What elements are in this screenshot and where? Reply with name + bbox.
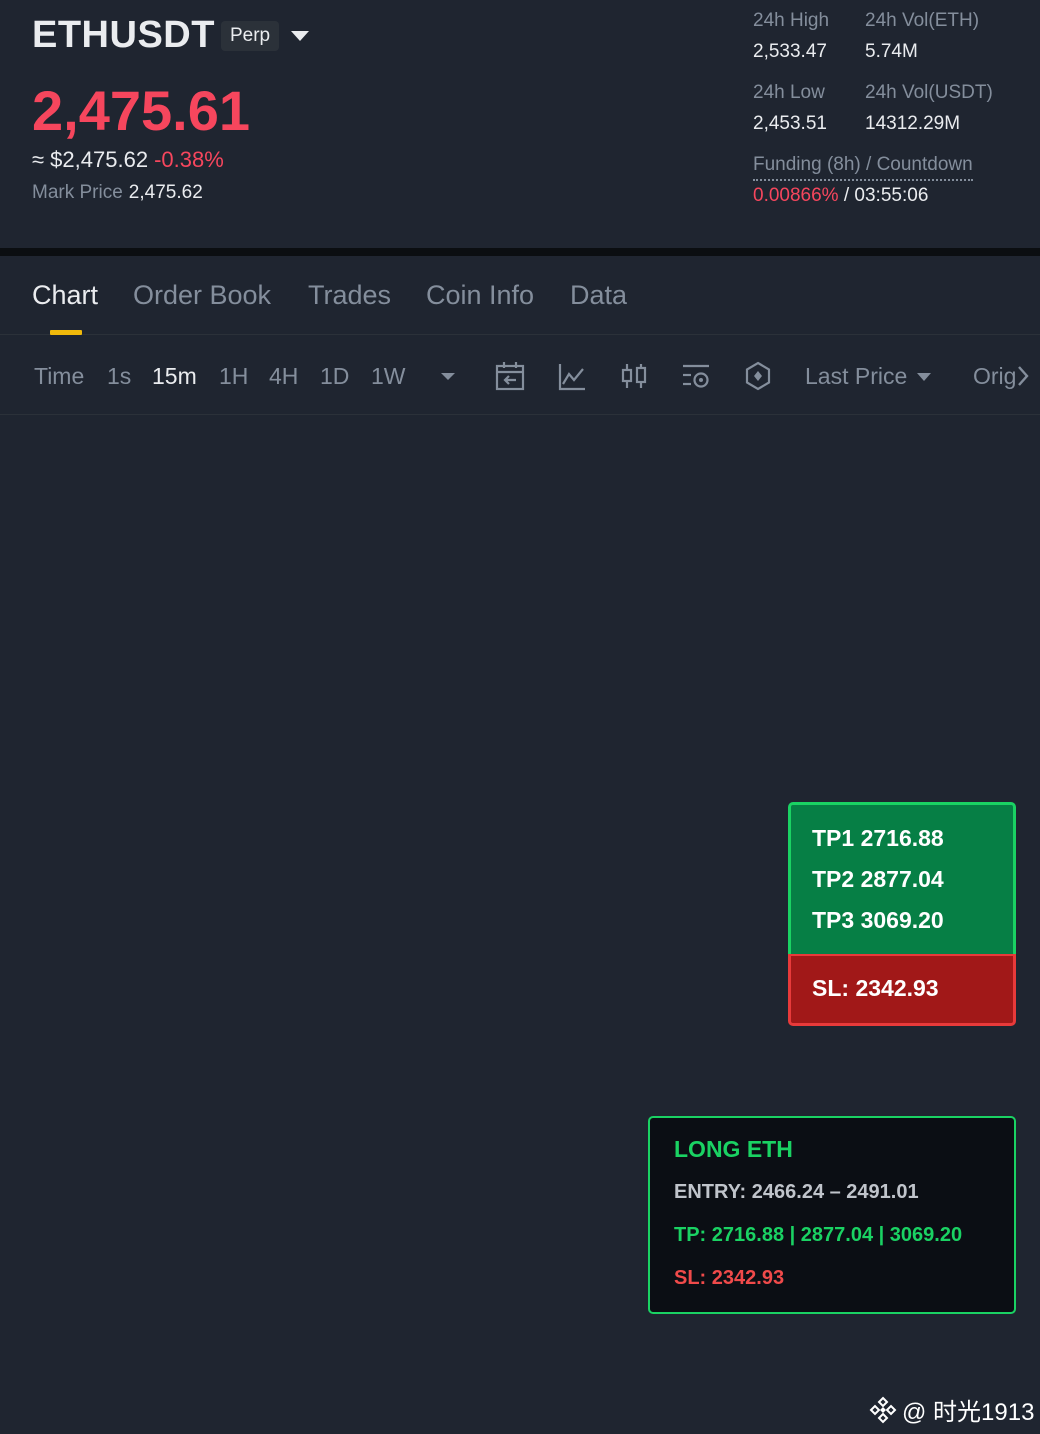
- mark-price-value: 2,475.62: [128, 182, 203, 203]
- mark-price-row: Mark Price 2,475.62: [32, 182, 203, 204]
- watermark-text: @ 时光1913: [902, 1399, 1035, 1426]
- ticker-header: ETHUSDT Perp 2,475.61 ≈ $2,475.62 -0.38% …: [0, 0, 1040, 248]
- stat-24h-high: 24h High 2,533.47: [753, 10, 829, 63]
- tp1-label: TP1 2716.88: [812, 825, 944, 851]
- stat-label: 24h Low: [753, 82, 825, 103]
- approx-price-row: ≈ $2,475.62 -0.38%: [32, 147, 224, 173]
- contract-type-badge: Perp: [220, 20, 280, 51]
- funding-countdown-value: 03:55:06: [854, 185, 929, 206]
- timeframe-4h[interactable]: 4H: [269, 363, 298, 390]
- price-type-label: Last Price: [805, 363, 908, 389]
- candlestick-type-icon[interactable]: [619, 360, 649, 392]
- approx-usd-price: ≈ $2,475.62: [32, 147, 149, 172]
- more-timeframes-icon[interactable]: [436, 366, 460, 386]
- timeframe-1d[interactable]: 1D: [320, 363, 349, 390]
- stat-label: 24h Vol(USDT): [865, 82, 993, 103]
- stat-value: 2,453.51: [753, 113, 827, 134]
- stat-value: 2,533.47: [753, 41, 827, 62]
- funding-countdown[interactable]: Funding (8h) / Countdown 0.00866% / 03:5…: [753, 154, 973, 207]
- stop-loss-box: SL: 2342.93: [788, 954, 1016, 1026]
- tab-chart[interactable]: Chart: [32, 280, 98, 311]
- funding-separator: /: [843, 185, 850, 206]
- price-change-percent: -0.38%: [154, 147, 224, 172]
- caret-down-icon: [917, 372, 932, 381]
- tab-order-book[interactable]: Order Book: [133, 280, 271, 311]
- timeframe-15m[interactable]: 15m: [152, 363, 197, 390]
- tp2-label: TP2 2877.04: [812, 866, 944, 892]
- stat-label: 24h Vol(ETH): [865, 10, 980, 31]
- symbol-selector[interactable]: ETHUSDT Perp: [32, 14, 310, 57]
- price-type-dropdown[interactable]: Last Price: [805, 363, 932, 390]
- timeframe-1h[interactable]: 1H: [219, 363, 248, 390]
- tab-trades[interactable]: Trades: [308, 280, 391, 311]
- tp3-label: TP3 3069.20: [812, 907, 944, 933]
- stat-24h-vol-usdt: 24h Vol(USDT) 14312.29M: [865, 82, 993, 135]
- original-view-toggle[interactable]: Original: [973, 363, 1015, 390]
- trade-signal-card: LONG ETH ENTRY: 2466.24 – 2491.01 TP: 27…: [648, 1116, 1016, 1314]
- timeframe-time[interactable]: Time: [34, 363, 84, 390]
- active-tab-indicator: [50, 330, 82, 335]
- indicator-chart-icon[interactable]: [557, 360, 587, 392]
- tab-data[interactable]: Data: [570, 280, 627, 311]
- stat-24h-vol-eth: 24h Vol(ETH) 5.74M: [865, 10, 979, 63]
- sl-label: SL: 2342.93: [812, 975, 939, 1001]
- binance-logo-icon: [869, 1396, 897, 1423]
- watermark: @ 时光1913: [868, 1392, 1034, 1427]
- main-tabs: Chart Order Book Trades Coin Info Data: [0, 256, 1040, 335]
- hexagon-tool-icon[interactable]: [743, 360, 773, 392]
- chevron-right-icon[interactable]: [1014, 364, 1032, 388]
- caret-down-icon[interactable]: [291, 30, 310, 41]
- last-price: 2,475.61: [32, 79, 250, 142]
- chart-toolbar: Time 1s 15m 1H 4H 1D 1W Last Price Orig: [0, 336, 1040, 415]
- tab-coin-info[interactable]: Coin Info: [426, 280, 534, 311]
- timeframe-1w[interactable]: 1W: [371, 363, 406, 390]
- stat-24h-low: 24h Low 2,453.51: [753, 82, 827, 135]
- chart-settings-icon[interactable]: [681, 360, 711, 392]
- section-divider: [0, 248, 1040, 256]
- signal-stop-loss: SL: 2342.93: [674, 1267, 785, 1289]
- signal-title: LONG ETH: [674, 1136, 793, 1162]
- symbol-name: ETHUSDT: [32, 14, 215, 56]
- timeframe-1s[interactable]: 1s: [107, 363, 131, 390]
- funding-label: Funding (8h) / Countdown: [753, 154, 973, 181]
- stat-label: 24h High: [753, 10, 830, 31]
- signal-entry: ENTRY: 2466.24 – 2491.01: [674, 1181, 919, 1203]
- funding-rate: 0.00866%: [753, 185, 839, 206]
- mark-price-label: Mark Price: [32, 182, 123, 203]
- stat-value: 5.74M: [865, 41, 918, 62]
- take-profit-box: TP1 2716.88 TP2 2877.04 TP3 3069.20: [788, 802, 1016, 954]
- signal-take-profit: TP: 2716.88 | 2877.04 | 3069.20: [674, 1224, 963, 1246]
- calendar-range-icon[interactable]: [495, 360, 525, 392]
- stat-value: 14312.29M: [865, 113, 961, 134]
